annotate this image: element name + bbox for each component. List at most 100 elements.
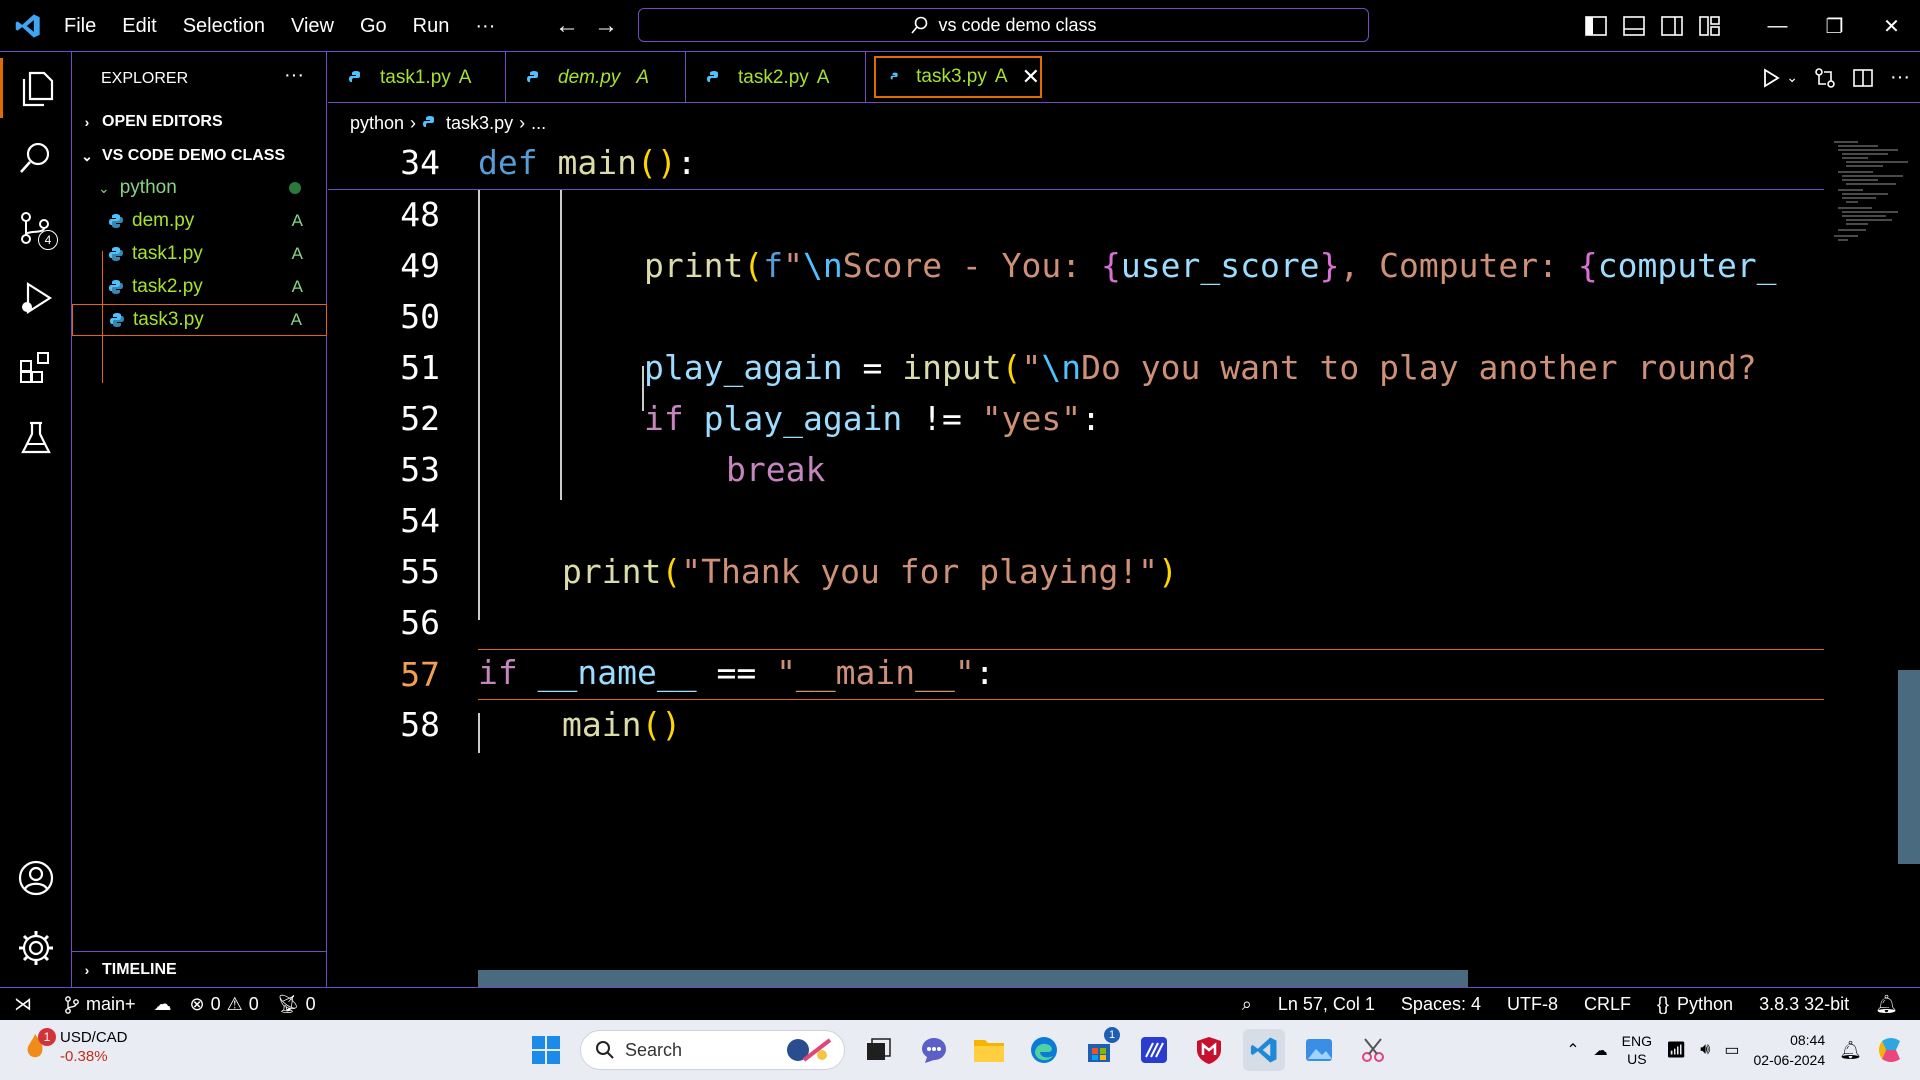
open-editors-section[interactable]: › OPEN EDITORS (72, 108, 327, 136)
sync-icon[interactable]: ☁ (154, 994, 172, 1015)
notifications-bell-icon[interactable]: 🔔︎ (1875, 994, 1898, 1015)
power-automate-app[interactable] (1133, 1029, 1175, 1071)
code-editor[interactable]: 34 def main(): 48 49 print(f"\nScore - Y… (328, 138, 1920, 987)
menu-more[interactable]: ··· (475, 15, 495, 38)
menu-edit[interactable]: Edit (122, 15, 156, 38)
close-window-button[interactable]: ✕ (1863, 0, 1920, 52)
tab-dem[interactable]: dem.py A (506, 52, 686, 103)
onedrive-icon[interactable]: ☁ (1594, 1042, 1608, 1059)
code-row-51[interactable]: 51 play_again = input("\nDo you want to … (328, 343, 1824, 394)
toggle-panel-icon[interactable] (1615, 0, 1653, 52)
encoding[interactable]: UTF-8 (1507, 994, 1558, 1015)
language-mode[interactable]: {} Python (1657, 994, 1733, 1015)
zoom-icon[interactable]: ⌕ (1242, 994, 1252, 1015)
vertical-scrollbar[interactable] (1898, 670, 1920, 864)
explorer-icon[interactable] (0, 58, 72, 118)
sticky-scroll-line[interactable]: 34 def main(): (328, 138, 1824, 190)
close-tab-icon[interactable]: ✕ (1022, 64, 1040, 90)
sidebar-more-button[interactable]: ··· (284, 64, 304, 87)
ports-item[interactable]: 📡︎ 0 (277, 994, 316, 1015)
minimap[interactable] (1828, 138, 1920, 258)
snipping-tool-app[interactable] (1353, 1029, 1395, 1071)
workspace-section[interactable]: ⌄ VS CODE DEMO CLASS (72, 142, 327, 170)
start-button[interactable] (525, 1029, 567, 1071)
extensions-icon[interactable] (0, 338, 72, 398)
command-center[interactable]: vs code demo class (638, 8, 1369, 42)
code-row-52[interactable]: 52 if play_again != "yes": (328, 394, 1824, 445)
code-row-58[interactable]: 58 main() (328, 700, 1824, 751)
minimize-button[interactable]: — (1749, 0, 1806, 52)
activity-bar: 4 (0, 52, 72, 987)
wifi-icon[interactable]: 📶︎ (1666, 1040, 1686, 1060)
code-row-57[interactable]: 57 if __name__ == "__main__": (400, 649, 1824, 700)
indentation[interactable]: Spaces: 4 (1401, 994, 1481, 1015)
toggle-secondary-sidebar-icon[interactable] (1653, 0, 1691, 52)
file-item-dem[interactable]: dem.py A (72, 205, 327, 237)
file-item-task2[interactable]: task2.py A (72, 271, 327, 303)
back-arrow-icon[interactable]: ← (555, 12, 579, 40)
menu-run[interactable]: Run (413, 15, 450, 38)
chat-app[interactable] (913, 1029, 955, 1071)
cursor-position[interactable]: Ln 57, Col 1 (1278, 994, 1375, 1015)
code-row-56[interactable]: 56 (328, 598, 1824, 649)
run-debug-icon[interactable] (0, 268, 72, 328)
battery-icon[interactable]: ▭ (1724, 1040, 1739, 1060)
code-row-55[interactable]: 55 print("Thank you for playing!") (328, 547, 1824, 598)
input-language[interactable]: ENG US (1622, 1032, 1652, 1068)
remote-icon[interactable]: ⋊ (14, 994, 32, 1015)
testing-icon[interactable] (0, 408, 72, 468)
source-control-icon[interactable]: 4 (0, 198, 72, 258)
run-file-icon[interactable] (1760, 67, 1782, 89)
vscode-app[interactable] (1243, 1029, 1285, 1071)
customize-layout-icon[interactable] (1691, 0, 1729, 52)
chevron-down-icon[interactable]: ⌄ (1786, 69, 1798, 86)
branch-item[interactable]: main+ (64, 994, 136, 1015)
file-explorer-app[interactable] (968, 1029, 1010, 1071)
tab-task1[interactable]: task1.py A (328, 52, 506, 103)
store-app[interactable]: 1 (1078, 1027, 1120, 1071)
copilot-icon[interactable] (1876, 1035, 1906, 1065)
timeline-section[interactable]: › TIMELINE (72, 951, 327, 987)
task-view-button[interactable] (858, 1029, 900, 1071)
ticker-widget[interactable]: 1 USD/CAD -0.38% (20, 1028, 128, 1066)
taskbar-search[interactable]: Search (580, 1030, 845, 1070)
file-item-task1[interactable]: task1.py A (72, 238, 327, 270)
mcafee-app[interactable] (1188, 1029, 1230, 1071)
horizontal-scrollbar[interactable] (478, 970, 1468, 987)
menu-go[interactable]: Go (360, 15, 387, 38)
breadcrumb-file[interactable]: task3.py (446, 113, 513, 134)
restore-button[interactable]: ❐ (1806, 0, 1863, 52)
interpreter-version[interactable]: 3.8.3 32-bit (1759, 994, 1849, 1015)
tab-task3[interactable]: task3.py A ✕ (874, 56, 1042, 98)
breadcrumb-symbol[interactable]: ... (531, 113, 546, 134)
accounts-icon[interactable] (0, 848, 72, 908)
chevron-up-icon[interactable]: ⌃ (1566, 1040, 1579, 1060)
volume-icon[interactable]: 🔊︎ (1700, 1041, 1710, 1059)
folder-python[interactable]: ⌄ python (72, 172, 327, 204)
photos-app[interactable] (1298, 1029, 1340, 1071)
line-ending[interactable]: CRLF (1584, 994, 1631, 1015)
problems-item[interactable]: ⊗ 0 ⚠ 0 (190, 994, 259, 1015)
code-row-53[interactable]: 53 break (328, 445, 1824, 496)
clock[interactable]: 08:44 02-06-2024 (1754, 1030, 1826, 1070)
more-actions-icon[interactable]: ··· (1890, 66, 1910, 89)
menu-selection[interactable]: Selection (183, 15, 265, 38)
toggle-primary-sidebar-icon[interactable] (1577, 0, 1615, 52)
code-row-49[interactable]: 49 print(f"\nScore - You: {user_score}, … (328, 241, 1824, 292)
menu-file[interactable]: File (64, 15, 96, 38)
manage-gear-icon[interactable] (0, 918, 72, 978)
compare-changes-icon[interactable] (1814, 67, 1836, 89)
code-row-48[interactable]: 48 (328, 190, 1824, 241)
code-row-54[interactable]: 54 (328, 496, 1824, 547)
search-icon[interactable] (0, 128, 72, 188)
edge-app[interactable] (1023, 1029, 1065, 1071)
tab-task2[interactable]: task2.py A (686, 52, 866, 103)
breadcrumb-folder[interactable]: python (350, 113, 404, 134)
file-item-task3[interactable]: task3.py A (72, 304, 327, 336)
split-editor-icon[interactable] (1852, 67, 1874, 89)
code-row-50[interactable]: 50 (328, 292, 1824, 343)
menu-view[interactable]: View (291, 15, 334, 38)
broadcast-icon: 📡︎ (276, 994, 300, 1014)
forward-arrow-icon[interactable]: → (594, 12, 618, 40)
notification-bell-icon[interactable]: 🔔︎ (1839, 1040, 1862, 1061)
